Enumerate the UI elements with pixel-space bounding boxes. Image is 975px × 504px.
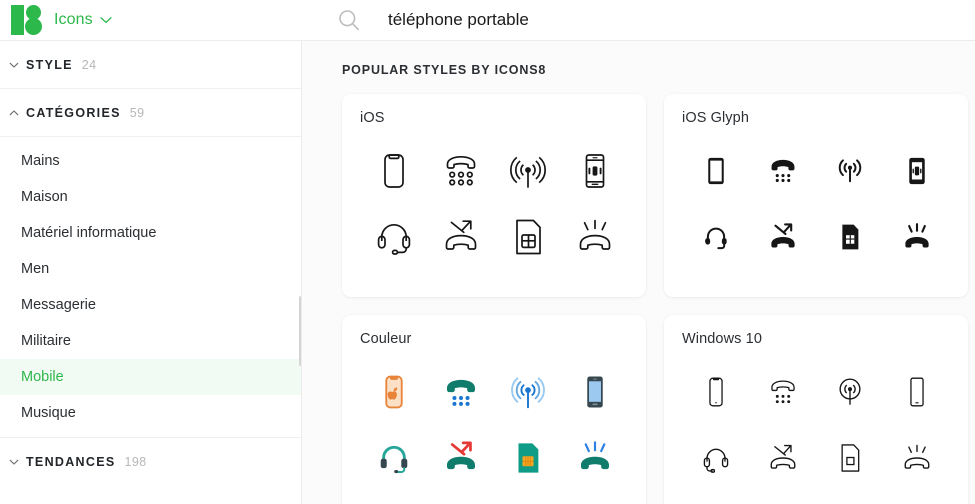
sidebar-item-musique[interactable]: Musique: [0, 395, 301, 431]
iphone-icon[interactable]: [368, 366, 420, 418]
style-card-title: Windows 10: [682, 331, 762, 347]
sim-card-icon[interactable]: [824, 432, 876, 484]
page-body: STYLE 24 CATÉGORIES 59 Mains Maison Maté…: [0, 41, 975, 504]
telephone-dial-icon[interactable]: [435, 145, 487, 197]
search-bar[interactable]: [302, 0, 975, 40]
sidebar-item-label: Militaire: [21, 333, 71, 349]
sidebar-item-label: Maison: [21, 189, 68, 205]
sidebar-item-label: Musique: [21, 405, 76, 421]
sim-card-icon[interactable]: [824, 211, 876, 263]
sidebar-item-label: Men: [21, 261, 50, 277]
sidebar-section-tendances[interactable]: TENDANCES 198: [0, 438, 301, 486]
ringing-phone-icon[interactable]: [569, 432, 621, 484]
ringing-phone-icon[interactable]: [891, 432, 943, 484]
wifi-signal-icon[interactable]: [824, 145, 876, 197]
brand-label[interactable]: Icons: [54, 11, 93, 29]
sidebar-section-title: STYLE: [26, 57, 73, 72]
style-card-windows-10: Windows 10: [664, 315, 968, 504]
search-input[interactable]: [388, 10, 908, 30]
outgoing-call-icon[interactable]: [435, 211, 487, 263]
style-card-ios-glyph: iOS Glyph: [664, 94, 968, 297]
sidebar-item-label: Matériel informatique: [21, 225, 157, 241]
outgoing-call-icon[interactable]: [757, 432, 809, 484]
phone-vibrate-icon[interactable]: [891, 145, 943, 197]
smartphone-icon[interactable]: [569, 366, 621, 418]
sidebar-item-mains[interactable]: Mains: [0, 143, 301, 179]
sidebar-item-label: Mobile: [21, 369, 64, 385]
chevron-down-icon[interactable]: [100, 16, 112, 24]
sidebar-item-label: Messagerie: [21, 297, 96, 313]
smartphone-icon[interactable]: [690, 145, 742, 197]
phone-vibrate-icon[interactable]: [569, 145, 621, 197]
sidebar-section-count: 59: [129, 105, 145, 120]
search-icon[interactable]: [338, 9, 360, 31]
style-card-title: iOS Glyph: [682, 110, 749, 126]
smartphone-icon[interactable]: [368, 145, 420, 197]
style-card-title: Couleur: [360, 331, 412, 347]
sidebar: STYLE 24 CATÉGORIES 59 Mains Maison Maté…: [0, 41, 302, 504]
sim-card-icon[interactable]: [502, 211, 554, 263]
headset-icon[interactable]: [690, 432, 742, 484]
icon-grid: [682, 138, 950, 270]
chevron-down-icon[interactable]: [5, 453, 23, 471]
sidebar-section-count: 198: [124, 455, 147, 469]
telephone-dial-icon[interactable]: [435, 366, 487, 418]
style-card-grid: iOS iOS Glyph Couleur Windows 10: [342, 94, 968, 504]
sidebar-item-men[interactable]: Men: [0, 251, 301, 287]
sidebar-item-militaire[interactable]: Militaire: [0, 323, 301, 359]
style-card-ios: iOS: [342, 94, 646, 297]
icon-grid: [682, 359, 950, 491]
smartphone-icon[interactable]: [690, 366, 742, 418]
telephone-dial-icon[interactable]: [757, 145, 809, 197]
sidebar-category-list: Mains Maison Matériel informatique Men M…: [0, 137, 301, 435]
sidebar-item-materiel-informatique[interactable]: Matériel informatique: [0, 215, 301, 251]
wifi-signal-icon[interactable]: [502, 366, 554, 418]
icons8-logo[interactable]: [11, 5, 43, 35]
headset-icon[interactable]: [368, 211, 420, 263]
icons8-app-window: Icons STYLE 24: [0, 0, 975, 504]
main-content: POPULAR STYLES BY ICONS8 iOS iOS Glyph C…: [302, 41, 975, 504]
wifi-signal-icon[interactable]: [824, 366, 876, 418]
sidebar-section-count: 24: [81, 57, 97, 72]
page-title: POPULAR STYLES BY ICONS8: [342, 63, 547, 77]
brand-area[interactable]: Icons: [0, 0, 302, 40]
phone-icon[interactable]: [891, 366, 943, 418]
chevron-up-icon[interactable]: [5, 104, 23, 122]
outgoing-call-icon[interactable]: [435, 432, 487, 484]
sidebar-item-label: Mains: [21, 153, 60, 169]
headset-icon[interactable]: [368, 432, 420, 484]
sidebar-item-mobile[interactable]: Mobile: [0, 359, 301, 395]
sidebar-item-messagerie[interactable]: Messagerie: [0, 287, 301, 323]
ringing-phone-icon[interactable]: [891, 211, 943, 263]
outgoing-call-icon[interactable]: [757, 211, 809, 263]
ringing-phone-icon[interactable]: [569, 211, 621, 263]
headset-icon[interactable]: [690, 211, 742, 263]
sidebar-section-title: TENDANCES: [26, 455, 116, 469]
telephone-dial-icon[interactable]: [757, 366, 809, 418]
icon-grid: [360, 359, 628, 491]
top-bar: Icons: [0, 0, 975, 41]
sidebar-section-style[interactable]: STYLE 24: [0, 41, 301, 89]
icon-grid: [360, 138, 628, 270]
style-card-couleur: Couleur: [342, 315, 646, 504]
sidebar-item-maison[interactable]: Maison: [0, 179, 301, 215]
wifi-signal-icon[interactable]: [502, 145, 554, 197]
style-card-title: iOS: [360, 110, 385, 126]
sidebar-section-categories[interactable]: CATÉGORIES 59: [0, 89, 301, 137]
sidebar-section-title: CATÉGORIES: [26, 105, 121, 120]
chevron-down-icon[interactable]: [5, 56, 23, 74]
sim-card-icon[interactable]: [502, 432, 554, 484]
